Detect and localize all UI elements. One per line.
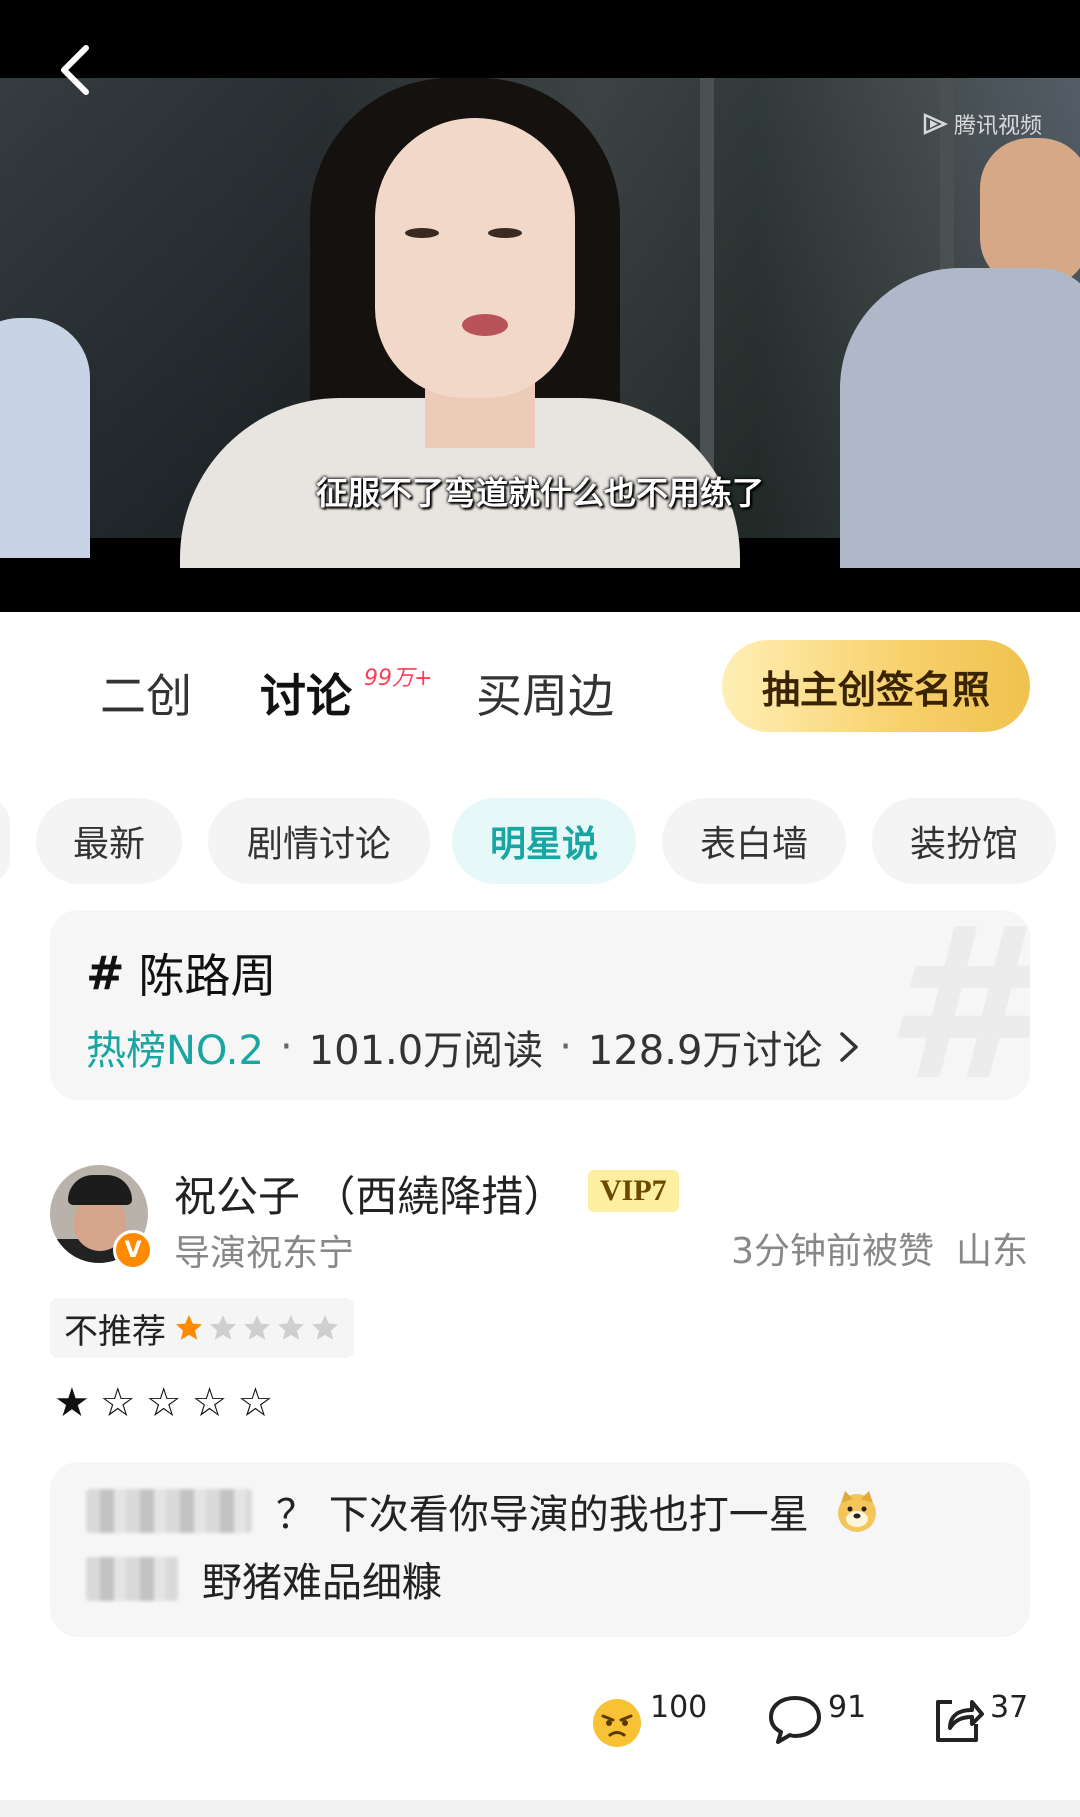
back-arrow-icon[interactable]: [52, 40, 102, 100]
post-location: 山东: [955, 1231, 1028, 1272]
video-subtitle: 征服不了弯道就什么也不用练了: [315, 474, 764, 512]
hash-watermark-icon: #: [883, 910, 1030, 1100]
chip-plot-discussion[interactable]: 剧情讨论: [208, 798, 430, 884]
background-person: [0, 318, 90, 558]
star-empty-icon: [278, 1315, 304, 1340]
rating-label: 不推荐: [64, 1311, 166, 1352]
chevron-right-icon: [840, 1032, 859, 1062]
tab-fan-creation[interactable]: 二创: [100, 660, 192, 726]
reply-item: 野猪难品细糠: [86, 1550, 442, 1608]
bottom-divider: [0, 1800, 1080, 1817]
tab-merchandise[interactable]: 买周边: [476, 660, 614, 726]
background-person: [840, 268, 1080, 568]
discussion-count: 128.9万讨论: [587, 1028, 823, 1074]
share-icon: [936, 1700, 984, 1742]
video-player[interactable]: 征服不了弯道就什么也不用练了 腾讯视频: [0, 0, 1080, 612]
verified-v-icon: V: [113, 1230, 153, 1270]
separator-dot: ·: [559, 1024, 572, 1070]
reply-text: 野猪难品细糠: [202, 1560, 442, 1606]
star-filled-icon: [176, 1315, 202, 1340]
chip-star-says[interactable]: 明星说: [452, 798, 636, 884]
rating-badge: 不推荐: [50, 1298, 354, 1358]
hot-rank: 热榜NO.2: [86, 1028, 264, 1074]
blurred-username: [86, 1489, 252, 1533]
reaction-count: 100: [650, 1690, 708, 1725]
separator-dot: ·: [279, 1024, 293, 1070]
read-count: 101.0万阅读: [308, 1028, 544, 1074]
angry-face-icon: [593, 1699, 641, 1747]
category-chips: 最新 剧情讨论 明星说 表白墙 装扮馆: [0, 798, 1080, 888]
actress-face: [375, 118, 575, 398]
chip-dress-up[interactable]: 装扮馆: [872, 798, 1056, 884]
doge-emoji-icon: [837, 1491, 876, 1532]
reply-preview[interactable]: ？ 下次看你导演的我也打一星 野猪难品细糠: [50, 1462, 1030, 1637]
tencent-video-icon: [923, 113, 948, 135]
topic-title: # 陈路周: [86, 940, 277, 1006]
post-text: ★☆☆☆☆: [54, 1380, 284, 1426]
post-actions: 100 91 37: [0, 1690, 1080, 1790]
star-empty-icon: [244, 1315, 270, 1340]
post-time: 3分钟前被赞: [731, 1231, 934, 1272]
topic-name: 陈路周: [138, 949, 277, 1003]
blurred-username: [86, 1557, 178, 1601]
comment-button[interactable]: 91: [766, 1690, 866, 1748]
vip-badge: VIP7: [588, 1170, 679, 1212]
video-watermark: 腾讯视频: [922, 108, 1042, 140]
username[interactable]: 祝公子 （西繞降措）: [174, 1163, 565, 1224]
chip-latest[interactable]: 最新: [36, 798, 182, 884]
topic-card[interactable]: # # 陈路周 热榜NO.2 · 101.0万阅读 · 128.9万讨论: [50, 910, 1030, 1100]
star-empty-icon: [210, 1315, 236, 1340]
rating-stars: [174, 1313, 340, 1343]
reply-item: ？ 下次看你导演的我也打一星: [86, 1482, 881, 1540]
topic-stats: 热榜NO.2 · 101.0万阅读 · 128.9万讨论: [86, 1018, 860, 1076]
star-empty-icon: [312, 1315, 338, 1340]
reply-text: ？ 下次看你导演的我也打一星: [276, 1492, 809, 1538]
hash-icon: #: [86, 946, 125, 1000]
discussion-count-badge: 99万+: [364, 666, 433, 691]
tab-discussion[interactable]: 讨论: [260, 660, 352, 726]
post-meta: 3分钟前被赞 山东: [731, 1222, 1028, 1274]
share-count: 37: [990, 1690, 1029, 1725]
comment-count: 91: [828, 1690, 867, 1725]
user-subtitle: 导演祝东宁: [174, 1233, 355, 1274]
comment-bubble-icon: [769, 1696, 821, 1744]
background-person-head: [980, 138, 1080, 288]
signed-photo-lottery-button[interactable]: 抽主创签名照: [722, 640, 1030, 732]
share-button[interactable]: 37: [928, 1690, 1028, 1748]
chip-confession-wall[interactable]: 表白墙: [662, 798, 846, 884]
reaction-button[interactable]: 100: [588, 1690, 707, 1748]
